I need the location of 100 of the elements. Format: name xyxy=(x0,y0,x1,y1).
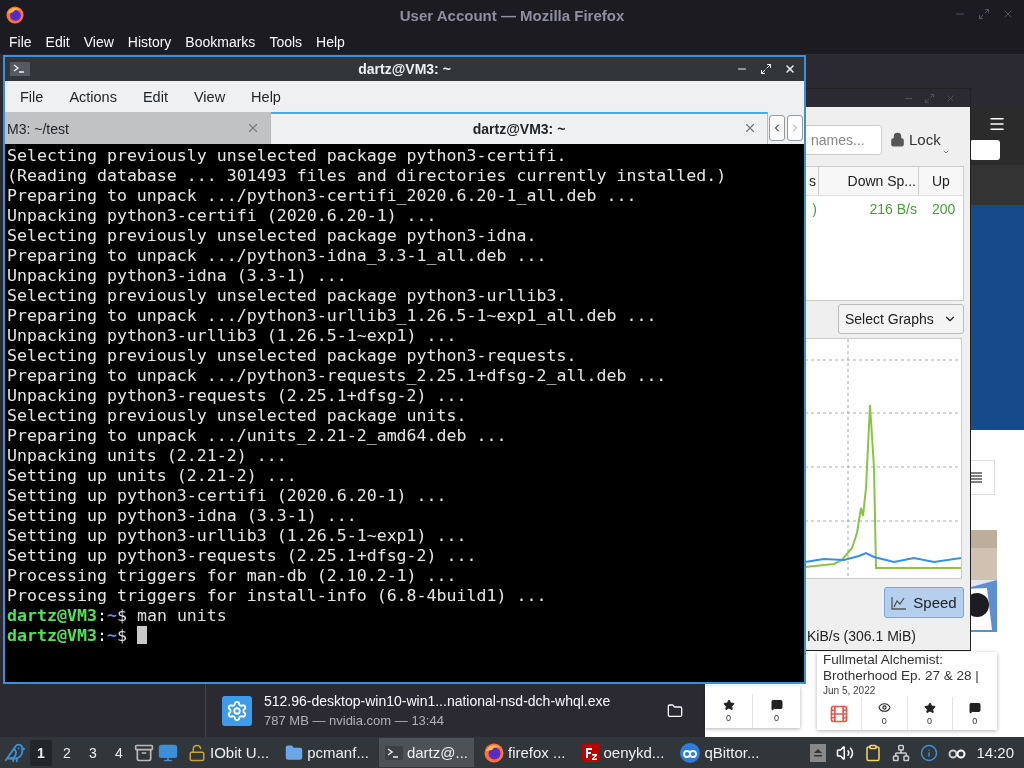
maximize-icon xyxy=(924,92,935,104)
close-icon[interactable] xyxy=(246,121,260,135)
folder-icon xyxy=(285,743,304,762)
close-icon[interactable] xyxy=(743,121,757,135)
stat-count: 0 xyxy=(927,715,933,726)
output-line: Selecting previously unselected package python3-requests. xyxy=(7,346,578,366)
terminal-tab[interactable]: dartz@VM3: ~ xyxy=(271,112,768,144)
scroll-left-button[interactable] xyxy=(769,115,785,141)
window-title: dartz@VM3: ~ xyxy=(5,57,804,81)
output-line: Unpacking units (2.21-2) ... xyxy=(7,446,288,466)
menu-icon xyxy=(988,115,1006,133)
taskbar-task[interactable]: pcmanf... xyxy=(279,738,375,767)
menu-item[interactable]: Help xyxy=(238,88,294,105)
padlock-icon xyxy=(188,743,206,762)
workspace-button[interactable]: 1 xyxy=(30,739,52,766)
column-header[interactable]: Up xyxy=(919,167,963,195)
close-icon xyxy=(945,92,956,104)
workspace-button[interactable]: 3 xyxy=(82,739,104,766)
prompt-line: dartz@VM3:~$ xyxy=(7,626,804,646)
taskbar-task[interactable]: firefox ... xyxy=(477,738,572,767)
chart-icon xyxy=(891,595,908,610)
stat-count: 0 xyxy=(726,713,731,723)
taskbar-task[interactable]: IObit U... xyxy=(182,738,276,767)
terminal-icon xyxy=(10,62,30,76)
eye-icon xyxy=(877,701,891,714)
firefox-icon xyxy=(483,742,504,763)
start-menu-icon[interactable] xyxy=(4,741,26,764)
output-line: Unpacking python3-certifi (2020.6.20-1) ... xyxy=(7,206,438,226)
close-icon xyxy=(1002,8,1014,20)
output-line: Setting up python3-idna (3.3-1) ... xyxy=(7,506,358,526)
output-line: Preparing to unpack .../units_2.21-2_amd64.deb ... xyxy=(7,426,508,446)
workspace-button[interactable]: 4 xyxy=(108,739,130,766)
search-field[interactable] xyxy=(970,140,1000,160)
output-line: Selecting previously unselected package python3-idna. xyxy=(7,226,538,246)
workspace-button[interactable]: 2 xyxy=(56,739,78,766)
output-line: Preparing to unpack .../python3-urllib3_1.26.5-1~exp1_all.deb ... xyxy=(7,306,658,326)
card-title[interactable]: Fullmetal Alchemist: Brotherhood Ep. 27 & 28 | xyxy=(817,652,997,684)
comment-icon xyxy=(968,701,981,714)
desktop-icon xyxy=(158,742,178,763)
menu-item[interactable]: Edit xyxy=(45,34,70,50)
output-line: Setting up python3-requests (2.25.1+dfsg-2) ... xyxy=(7,546,478,566)
menu-item[interactable]: View xyxy=(83,34,114,50)
scroll-right-button[interactable] xyxy=(787,115,803,141)
firefox-icon xyxy=(6,6,24,24)
volume-icon[interactable] xyxy=(836,743,855,762)
output-line: Preparing to unpack .../python3-certifi_2020.6.20-1_all.deb ... xyxy=(7,186,638,206)
lock-button[interactable]: Lock xyxy=(890,131,950,156)
stat-count: 0 xyxy=(972,715,978,726)
eject-icon[interactable] xyxy=(810,743,827,762)
taskbar-task[interactable]: dartz@... xyxy=(378,738,474,767)
menu-item[interactable]: History xyxy=(127,34,172,50)
filezilla-icon xyxy=(581,743,600,762)
stat-count: 0 xyxy=(881,716,887,726)
taskbar-task[interactable]: qBittor... xyxy=(674,738,766,767)
list-icon xyxy=(970,472,982,483)
lock-icon xyxy=(890,132,905,147)
comment-icon xyxy=(770,699,783,711)
video-card[interactable]: 0 0 xyxy=(705,686,800,728)
table-cell-text: ) xyxy=(811,200,818,219)
star-icon xyxy=(923,701,936,714)
stat-count: 0 xyxy=(774,713,779,723)
menu-item[interactable]: Edit xyxy=(129,88,181,105)
output-line: (Reading database ... 301493 files and directories currently installed.) xyxy=(7,166,728,186)
speed-button[interactable]: Speed xyxy=(884,587,964,618)
menu-item[interactable]: File xyxy=(7,88,57,105)
clipboard-icon[interactable] xyxy=(864,743,883,762)
menu-item[interactable]: Tools xyxy=(269,34,303,50)
folder-icon[interactable] xyxy=(667,702,683,719)
film-icon xyxy=(829,703,850,724)
graphs-dropdown[interactable]: Select Graphs xyxy=(838,304,964,334)
taskbar-task[interactable]: oenykd... xyxy=(575,738,671,767)
output-line: Setting up units (2.21-2) ... xyxy=(7,466,298,486)
network-icon[interactable] xyxy=(892,743,911,762)
output-line: Selecting previously unselected package python3-certifi. xyxy=(7,146,568,166)
prompt-line: dartz@VM3:~$ man units xyxy=(7,606,228,626)
gear-icon xyxy=(226,699,248,722)
search-field[interactable]: names... xyxy=(804,124,882,155)
menu-item[interactable]: Help xyxy=(316,34,345,50)
video-card[interactable]: Fullmetal Alchemist: Brotherhood Ep. 27 & 28 | Jun 5, 2022 0 0 0 xyxy=(817,652,997,730)
menu-item[interactable]: File xyxy=(9,34,32,50)
menu-item[interactable]: Actions xyxy=(56,88,130,105)
output-line: Unpacking python3-idna (3.3-1) ... xyxy=(7,266,348,286)
download-details: 787 MB — nvidia.com — 13:44 xyxy=(264,713,445,728)
caret-icon xyxy=(941,148,950,156)
output-line: Setting up python3-certifi (2020.6.20-1) ... xyxy=(7,486,448,506)
terminal-tab[interactable]: M3: ~/test xyxy=(5,112,271,144)
output-line: Unpacking python3-requests (2.25.1+dfsg-2) ... xyxy=(7,386,468,406)
column-header[interactable]: Down Sp... xyxy=(819,167,919,195)
menu-item[interactable]: View xyxy=(180,88,239,105)
output-line: Unpacking python3-urllib3 (1.26.5-1~exp1) ... xyxy=(7,326,458,346)
list-view-button[interactable] xyxy=(970,460,995,495)
output-line: Processing triggers for install-info (6.8-4build1) ... xyxy=(7,586,548,606)
file-cabinet-icon xyxy=(134,742,154,763)
notification-icon[interactable] xyxy=(920,743,939,762)
output-line: Selecting previously unselected package units. xyxy=(7,406,468,426)
maximize-icon xyxy=(978,8,990,20)
menu-item[interactable]: Bookmarks xyxy=(185,34,256,50)
output-line: Processing triggers for man-db (2.10.2-1) ... xyxy=(7,566,458,586)
output-line: Preparing to unpack .../python3-idna_3.3-1_all.deb ... xyxy=(7,246,548,266)
output-line: Setting up python3-urllib3 (1.26.5-1~exp1) ... xyxy=(7,526,468,546)
